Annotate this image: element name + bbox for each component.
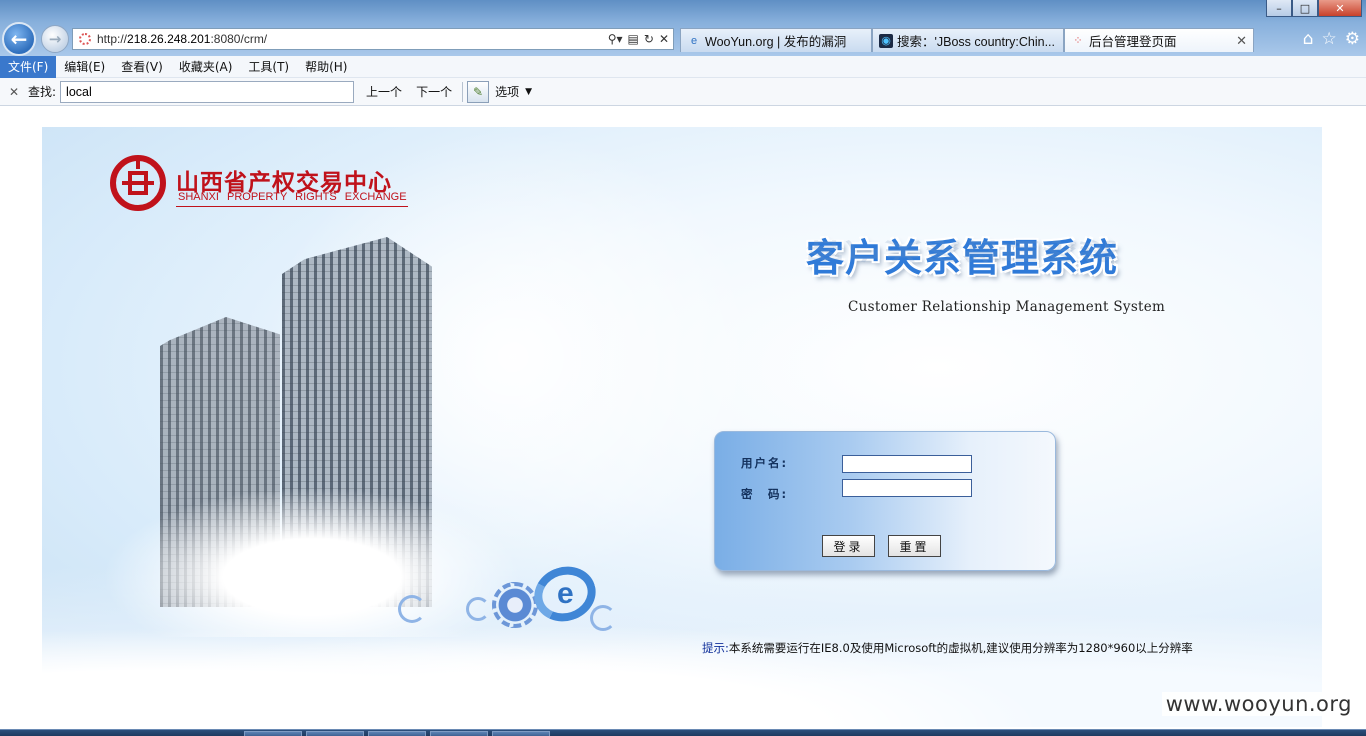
arrow-right-icon: →	[48, 30, 62, 48]
taskbar-item[interactable]	[430, 731, 488, 736]
find-next-button[interactable]: 下一个	[414, 83, 454, 100]
maximize-button[interactable]: □	[1292, 0, 1318, 17]
chevron-down-icon[interactable]: ▼	[525, 87, 532, 97]
tab-label: WooYun.org | 发布的漏洞	[705, 35, 847, 49]
close-window-button[interactable]: ✕	[1318, 0, 1362, 17]
password-label: 密 码:	[741, 487, 789, 501]
highlight-pen-icon[interactable]: ✎	[467, 80, 490, 103]
password-input[interactable]	[842, 479, 972, 497]
menu-view[interactable]: 查看(V)	[113, 56, 171, 78]
arrow-left-icon: ←	[10, 27, 28, 51]
tab-admin-login[interactable]: ⁘ 后台管理登页面 ✕	[1064, 28, 1254, 52]
address-tools: ⚲▾ ▤ ↻ ✕	[608, 32, 673, 46]
username-input[interactable]	[842, 455, 972, 473]
login-button[interactable]: 登录	[822, 535, 875, 557]
stop-icon[interactable]: ✕	[659, 32, 669, 46]
minimize-button[interactable]: –	[1266, 0, 1292, 17]
find-prev-button[interactable]: 上一个	[364, 83, 404, 100]
address-bar[interactable]: http://218.26.248.201:8080/crm/ ⚲▾ ▤ ↻ ✕	[72, 28, 674, 50]
exchange-logo-icon	[110, 155, 166, 211]
forward-button[interactable]: →	[41, 25, 69, 53]
find-bar: ✕ 查找: 上一个 下一个 ✎ 选项 ▼	[0, 78, 1366, 106]
loading-icon: ⁘	[1073, 35, 1083, 47]
login-page-background: 山西省产权交易中心 SHANXI PROPERTY RIGHTS EXCHANG…	[42, 127, 1322, 727]
reset-button[interactable]: 重置	[888, 535, 941, 557]
taskbar-item[interactable]	[492, 731, 550, 736]
menu-bar: 文件(F) 编辑(E) 查看(V) 收藏夹(A) 工具(T) 帮助(H)	[0, 55, 1366, 78]
system-title-reflection: 客户关系管理系统	[806, 237, 1119, 264]
os-taskbar	[0, 729, 1366, 736]
system-tip: 提示:本系统需要运行在IE8.0及使用Microsoft的虚拟机,建议使用分辨率…	[702, 640, 1193, 656]
page-loading-icon	[79, 33, 91, 45]
taskbar-item[interactable]	[306, 731, 364, 736]
menu-tools[interactable]: 工具(T)	[240, 56, 297, 78]
refresh-icon[interactable]: ↻	[644, 32, 654, 46]
browser-toolbar-icons: ⌂ ☆ ⚙	[1303, 29, 1360, 49]
tab-label: 后台管理登页面	[1089, 35, 1177, 49]
login-panel: 用户名: 密 码: 登录 重置	[714, 431, 1056, 571]
find-options-button[interactable]: 选项	[495, 83, 519, 100]
swirl-decoration-icon	[590, 605, 616, 631]
gear-decoration-icon	[492, 582, 538, 628]
tab-label: 搜索：'JBoss country:Chin...	[897, 35, 1055, 49]
tab-close-icon[interactable]: ✕	[1236, 33, 1247, 49]
find-close-icon[interactable]: ✕	[4, 85, 24, 99]
menu-help[interactable]: 帮助(H)	[297, 56, 355, 78]
find-label: 查找:	[28, 85, 57, 99]
home-icon[interactable]: ⌂	[1303, 29, 1314, 49]
tab-search[interactable]: ◉ 搜索：'JBoss country:Chin...	[872, 28, 1064, 52]
address-url[interactable]: http://218.26.248.201:8080/crm/	[97, 32, 608, 46]
favorites-star-icon[interactable]: ☆	[1322, 29, 1337, 49]
logo-underline	[176, 206, 408, 207]
username-label: 用户名:	[741, 456, 789, 470]
compat-view-icon[interactable]: ▤	[628, 32, 639, 46]
menu-edit[interactable]: 编辑(E)	[56, 56, 113, 78]
search-engine-icon: ◉	[879, 33, 893, 48]
search-icon[interactable]: ⚲▾	[608, 32, 623, 46]
window-controls: – □ ✕	[1266, 0, 1362, 17]
ie-icon: e	[690, 34, 698, 47]
find-separator	[462, 81, 464, 102]
menu-file[interactable]: 文件(F)	[0, 55, 57, 78]
find-input[interactable]	[60, 80, 355, 103]
logo-english-name: SHANXI PROPERTY RIGHTS EXCHANGE	[178, 191, 407, 203]
building-fog	[102, 487, 522, 637]
menu-favorites[interactable]: 收藏夹(A)	[171, 56, 241, 78]
watermark: www.wooyun.org	[1161, 692, 1356, 716]
gear-icon[interactable]: ⚙	[1345, 29, 1360, 49]
taskbar-item[interactable]	[244, 731, 302, 736]
back-button[interactable]: ←	[2, 22, 36, 56]
tip-text: 本系统需要运行在IE8.0及使用Microsoft的虚拟机,建议使用分辨率为12…	[728, 641, 1193, 655]
tip-label: 提示:	[702, 641, 729, 655]
swirl-decoration-icon	[466, 597, 490, 621]
tab-wooyun[interactable]: e WooYun.org | 发布的漏洞	[680, 28, 872, 52]
page-content: 山西省产权交易中心 SHANXI PROPERTY RIGHTS EXCHANG…	[0, 107, 1366, 729]
browser-titlebar: – □ ✕ ← → http://218.26.248.201:8080/crm…	[0, 0, 1366, 56]
swirl-decoration-icon	[398, 595, 426, 623]
system-subtitle: Customer Relationship Management System	[848, 299, 1166, 315]
taskbar-item[interactable]	[368, 731, 426, 736]
